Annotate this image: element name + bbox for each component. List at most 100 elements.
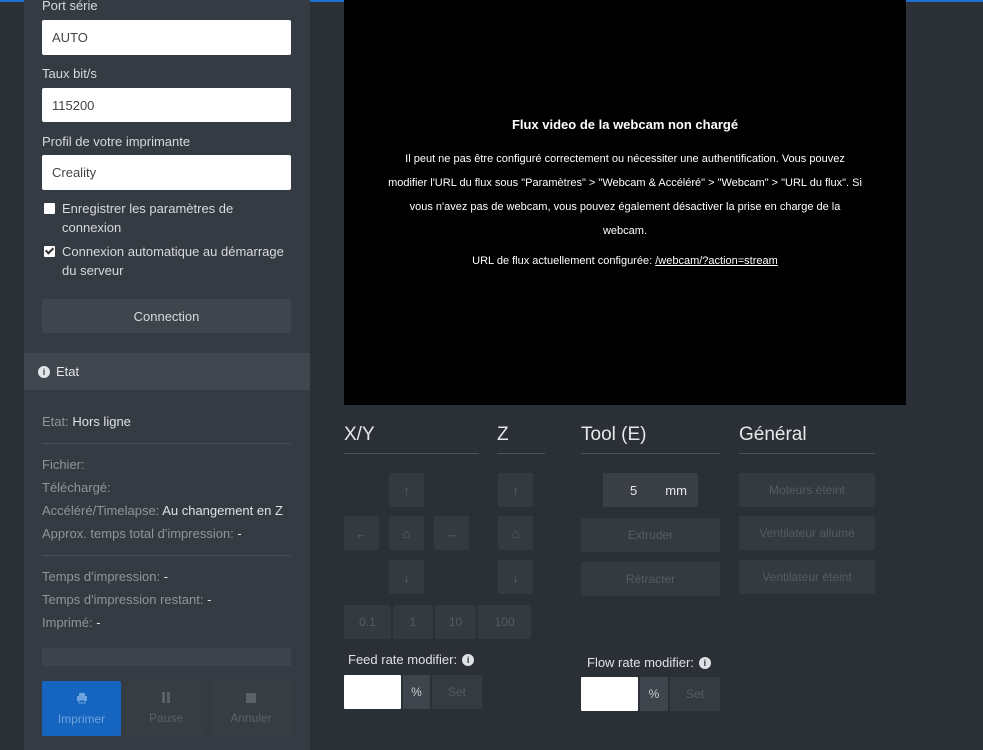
step-size-button[interactable]: 0.1 [344,605,391,639]
printed-value: - [96,615,101,630]
z-underline [497,453,545,454]
fan-on-button[interactable]: Ventilateur allumé [739,516,875,550]
divider [42,443,291,444]
printed-line: Imprimé: - [42,615,101,630]
z-home-button[interactable]: ⌂ [498,516,533,550]
tool-title: Tool (E) [581,424,647,445]
uploaded-line: Téléchargé: [42,480,111,495]
flow-rate-label: Flow rate modifier: i [587,655,711,670]
stop-icon [246,692,256,706]
x-minus-button[interactable]: ← [344,516,379,550]
checkbox-unchecked-icon[interactable] [44,203,55,214]
feed-rate-label-text: Feed rate modifier: [348,652,458,667]
progress-bar [42,648,291,666]
xy-title: X/Y [344,424,375,445]
step-size-button[interactable]: 10 [435,605,476,639]
arrow-up-icon: ↑ [512,482,519,498]
home-icon: ⌂ [511,525,520,541]
info-icon: i [38,365,50,378]
flow-rate-percent: % [640,677,668,711]
webcam-title: Flux video de la webcam non chargé [511,117,739,132]
cancel-button[interactable]: Annuler [211,681,291,736]
z-title: Z [497,424,509,445]
print-time-line: Temps d'impression: - [42,569,168,584]
serial-port-select[interactable]: AUTO [42,20,291,55]
state-section-header[interactable]: i Etat [24,353,310,390]
general-title: Général [739,424,807,445]
pause-label: Pause [148,711,184,725]
tool-underline [581,453,720,454]
general-underline [739,453,875,454]
baudrate-select[interactable]: 115200 [42,88,291,122]
state-section-title: Etat [56,364,80,379]
print-label: Imprimer [57,711,106,726]
step-size-button[interactable]: 1 [393,605,433,639]
remaining-label: Temps d'impression restant: [42,592,204,607]
cancel-label: Annuler [230,711,272,725]
remaining-time-line: Temps d'impression restant: - [42,592,211,607]
pause-icon [161,692,171,706]
autoconnect-checkbox[interactable]: Connexion automatique au démarrage du se… [44,242,294,280]
profile-label: Profil de votre imprimante [42,134,191,149]
pause-button[interactable]: Pause [126,681,206,736]
save-settings-label: Enregistrer les paramètres de connexion [62,201,234,235]
status-line: Etat: Hors ligne [42,414,131,429]
printer-profile-select[interactable]: Creality [42,155,291,190]
flow-rate-label-text: Flow rate modifier: [587,655,694,670]
arrow-down-icon: ↓ [512,569,519,585]
arrow-left-icon: ← [355,525,368,541]
arrow-down-icon: ↓ [403,569,410,585]
autoconnect-label: Connexion automatique au démarrage du se… [62,244,284,278]
print-button[interactable]: Imprimer [42,681,121,736]
webcam-url-link[interactable]: /webcam/?action=stream [655,255,778,267]
home-icon: ⌂ [402,525,411,541]
extrude-amount-input[interactable]: 5 mm [603,473,698,507]
y-plus-button[interactable]: ↑ [389,473,424,507]
webcam-url-line: URL de flux actuellement configurée: /we… [344,255,906,267]
retract-button[interactable]: Rétracter [581,562,720,596]
timelapse-line: Accéléré/Timelapse: Au changement en Z [42,503,283,518]
status-label: Etat: [42,414,69,429]
feed-rate-label: Feed rate modifier: i [348,652,475,667]
baud-label: Taux bit/s [42,66,97,81]
flow-rate-set-button[interactable]: Set [670,677,720,711]
y-minus-button[interactable]: ↓ [389,560,424,594]
print-time-label: Temps d'impression: [42,569,161,584]
webcam-message: Il peut ne pas être configuré correcteme… [388,153,862,237]
checkbox-checked-icon[interactable] [44,246,55,257]
extrude-unit: mm [665,482,687,498]
approx-value: - [237,526,242,541]
extrude-button[interactable]: Extruder [581,518,720,552]
file-line: Fichier: [42,457,85,472]
print-time-value: - [163,569,169,584]
info-icon[interactable]: i [698,656,711,669]
status-value: Hors ligne [72,414,131,429]
flow-rate-input[interactable] [581,677,638,711]
connect-button[interactable]: Connection [42,299,291,333]
approx-label: Approx. temps total d'impression: [42,526,234,541]
step-size-button[interactable]: 100 [478,605,531,639]
info-icon[interactable]: i [462,653,475,666]
fan-off-button[interactable]: Ventilateur éteint [739,560,875,594]
approx-time-line: Approx. temps total d'impression: - [42,526,242,541]
z-minus-button[interactable]: ↓ [498,560,533,594]
printed-label: Imprimé: [42,615,93,630]
printer-icon [76,692,88,707]
z-plus-button[interactable]: ↑ [498,473,533,507]
arrow-up-icon: ↑ [403,482,410,498]
arrow-right-icon: → [445,525,458,541]
feed-rate-input[interactable] [344,675,401,709]
feed-rate-set-button[interactable]: Set [432,675,482,709]
x-plus-button[interactable]: → [434,516,469,550]
feed-rate-percent: % [403,675,430,709]
extrude-amount-value: 5 [630,482,638,498]
webcam-url-label: URL de flux actuellement configurée: [472,255,653,267]
motors-off-button[interactable]: Moteurs éteint [739,473,875,507]
divider [42,555,291,556]
xy-home-button[interactable]: ⌂ [389,516,424,550]
timelapse-label: Accéléré/Timelapse: [42,503,160,518]
webcam-panel: Flux video de la webcam non chargé Il pe… [344,0,906,405]
save-settings-checkbox[interactable]: Enregistrer les paramètres de connexion [44,199,294,237]
xy-underline [344,453,479,454]
port-label: Port série [42,0,98,13]
